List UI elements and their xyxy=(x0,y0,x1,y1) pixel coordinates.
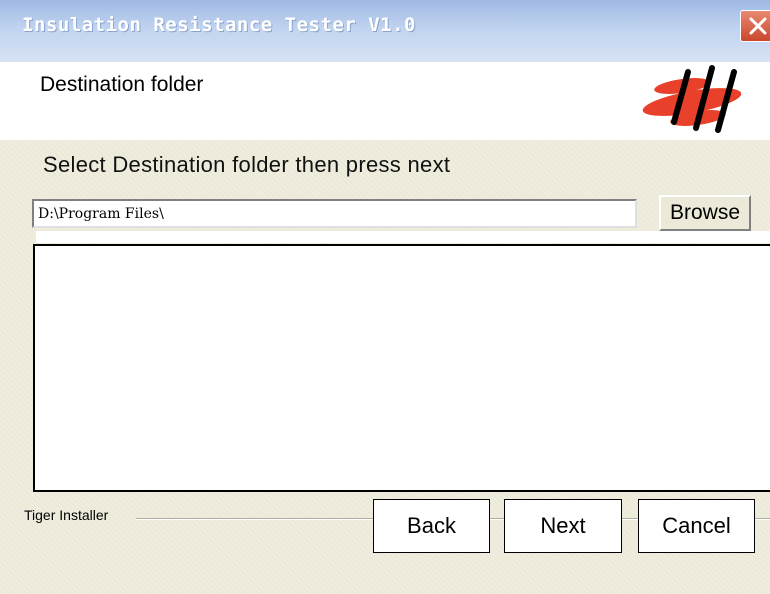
brand-logo-icon xyxy=(642,65,742,133)
cancel-button[interactable]: Cancel xyxy=(638,499,755,553)
installer-window: Insulation Resistance Tester V1.0 Destin… xyxy=(0,0,770,594)
destination-path-input[interactable] xyxy=(32,199,637,228)
separator xyxy=(36,231,770,243)
title-bar[interactable]: Insulation Resistance Tester V1.0 xyxy=(0,0,770,62)
header-band: Destination folder xyxy=(0,62,770,140)
folder-list-panel[interactable] xyxy=(33,244,770,492)
installer-brand-label: Tiger Installer xyxy=(24,507,109,523)
next-button[interactable]: Next xyxy=(504,499,622,553)
back-button[interactable]: Back xyxy=(373,499,490,553)
window-title: Insulation Resistance Tester V1.0 xyxy=(22,14,416,36)
close-button[interactable] xyxy=(740,10,770,42)
content-area: Select Destination folder then press nex… xyxy=(0,140,770,594)
close-icon xyxy=(749,17,767,35)
instruction-text: Select Destination folder then press nex… xyxy=(43,152,451,177)
browse-button[interactable]: Browse xyxy=(659,195,751,231)
page-title: Destination folder xyxy=(40,73,204,96)
